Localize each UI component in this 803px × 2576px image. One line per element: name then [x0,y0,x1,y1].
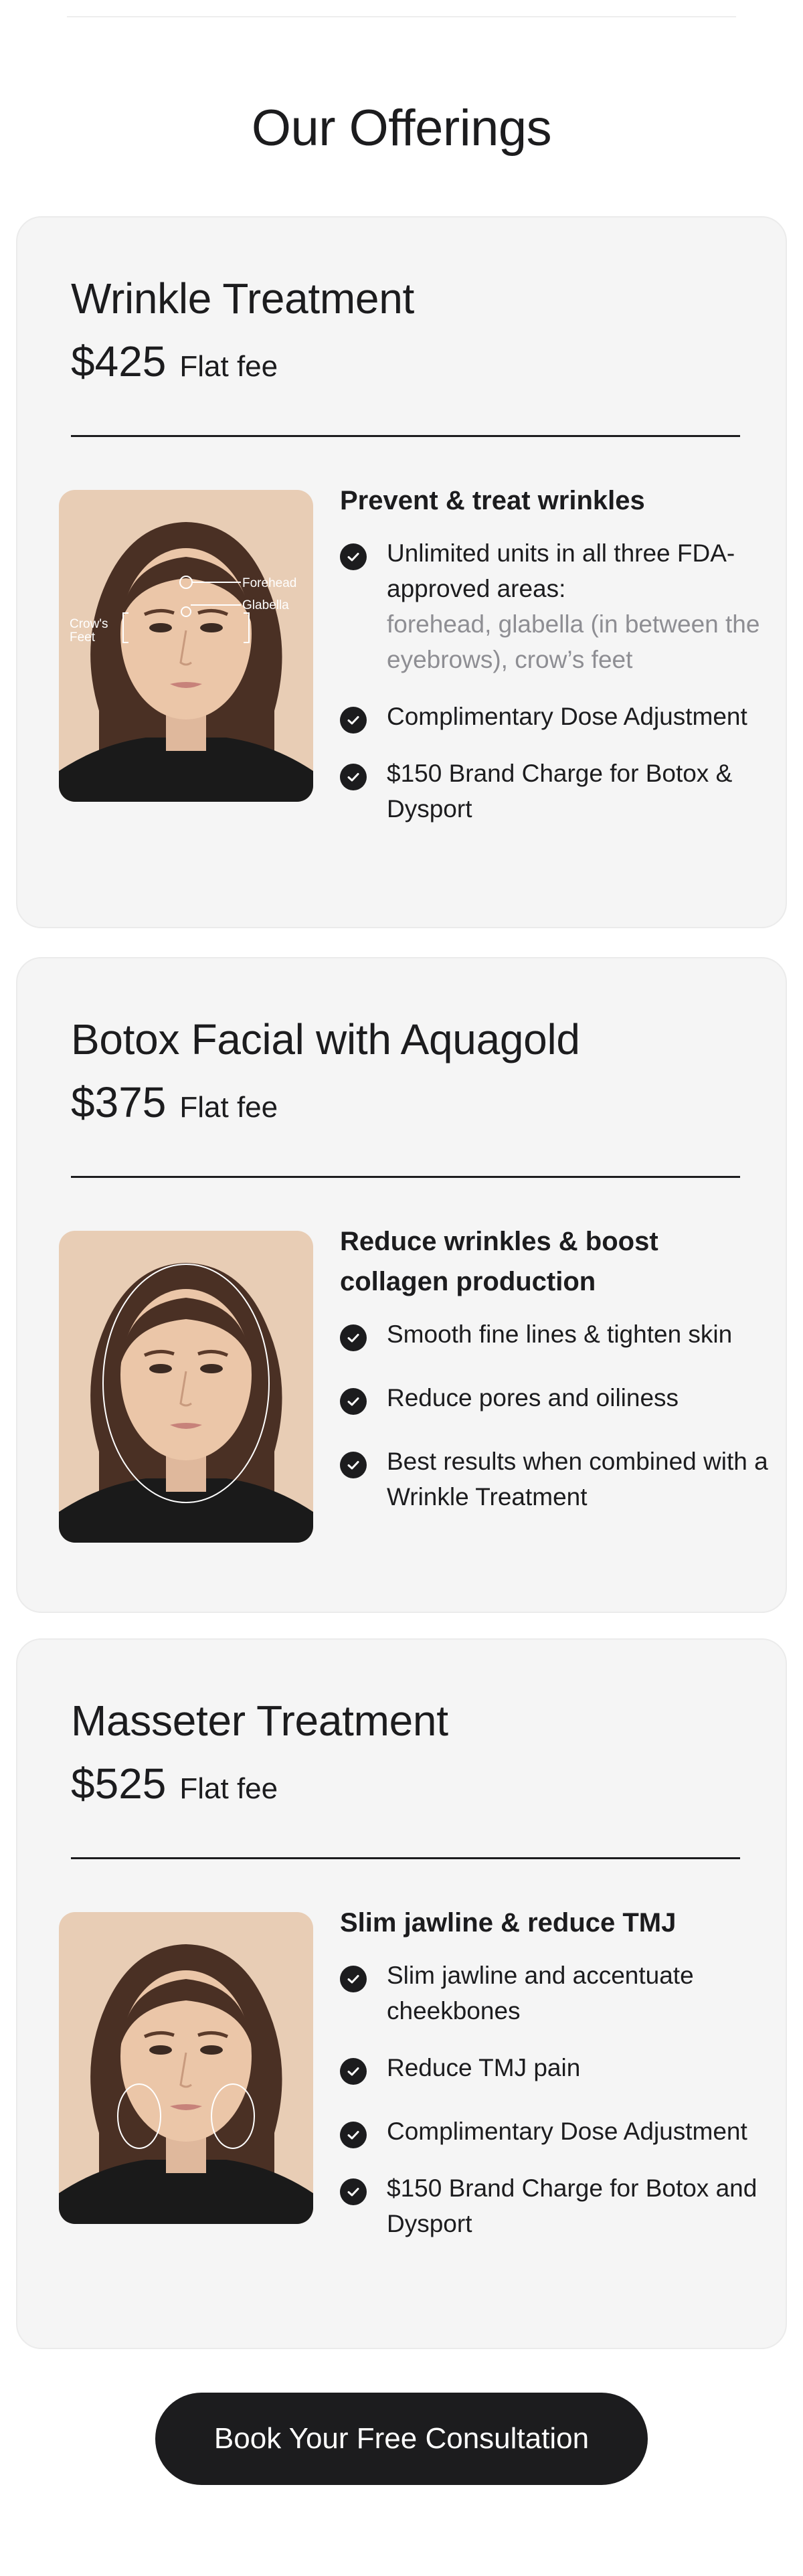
svg-text:Feet: Feet [70,630,96,645]
benefit-item: $150 Brand Charge for Botox & Dysport [340,756,768,827]
offering-heading: Slim jawline & reduce TMJ [340,1908,677,1938]
benefit-text: Slim jawline and accentuate cheekbones [387,1962,694,2025]
check-circle-icon [340,1452,367,1478]
benefit-text: $150 Brand Charge for Botox and Dysport [387,2174,757,2237]
benefit-item: Complimentary Dose Adjustment [340,2114,768,2149]
benefit-item: Unlimited units in all three FDA-approve… [340,535,768,677]
face-photo-full-face [59,1231,313,1543]
check-circle-icon [340,764,367,790]
benefit-text: Reduce TMJ pain [387,2054,581,2081]
offering-title: Botox Facial with Aquagold [71,1015,580,1063]
fee-label: Flat fee [179,1772,278,1805]
offering-details: Slim jawline & reduce TMJ Slim jawline a… [340,1903,768,2241]
check-circle-icon [340,2058,367,2085]
check-circle-icon [340,543,367,570]
card-divider [71,435,740,437]
svg-text:Forehead: Forehead [242,576,296,590]
offering-title: Masseter Treatment [71,1697,448,1745]
offering-details: Prevent & treat wrinkles Unlimited units… [340,481,768,827]
fee-label: Flat fee [179,1091,278,1124]
check-circle-icon [340,2178,367,2205]
offering-heading: Prevent & treat wrinkles [340,486,645,515]
benefit-item: Best results when combined with a Wrinkl… [340,1444,768,1515]
benefit-list: Smooth fine lines & tighten skin Reduce … [340,1316,768,1515]
book-consultation-button[interactable]: Book Your Free Consultation [155,2393,648,2485]
price-row: $375 Flat fee [71,1078,278,1127]
benefit-item: Complimentary Dose Adjustment [340,699,768,734]
benefit-list: Slim jawline and accentuate cheekbones R… [340,1958,768,2241]
benefit-item: $150 Brand Charge for Botox and Dysport [340,2170,768,2241]
face-photo-jawline [59,1912,313,2224]
top-divider [67,16,736,17]
benefit-text: $150 Brand Charge for Botox & Dysport [387,760,733,823]
benefit-text: Unlimited units in all three FDA-approve… [387,539,735,602]
offering-card-masseter: Masseter Treatment $525 Flat fee Slim ja… [16,1638,787,2349]
benefit-text: Smooth fine lines & tighten skin [387,1320,733,1348]
offering-title: Wrinkle Treatment [71,274,414,323]
offering-details: Reduce wrinkles & boost collagen product… [340,1221,768,1515]
svg-text:Glabella: Glabella [242,598,289,612]
check-circle-icon [340,2122,367,2148]
benefit-note: forehead, glabella (in between the eyebr… [387,610,760,673]
offering-heading: Reduce wrinkles & boost collagen product… [340,1227,658,1296]
benefit-item: Reduce TMJ pain [340,2050,768,2085]
benefit-text: Complimentary Dose Adjustment [387,703,747,730]
benefit-item: Reduce pores and oiliness [340,1380,768,1415]
benefit-list: Unlimited units in all three FDA-approve… [340,535,768,827]
check-circle-icon [340,707,367,734]
price: $525 [71,1759,167,1808]
card-divider [71,1176,740,1178]
benefit-text: Complimentary Dose Adjustment [387,2118,747,2145]
check-circle-icon [340,1966,367,1992]
section-title: Our Offerings [251,100,552,157]
offering-card-wrinkle: Wrinkle Treatment $425 Flat fee Forehead… [16,216,787,928]
face-photo-wrinkle-areas: Forehead Glabella Crow's Feet [59,490,313,802]
check-circle-icon [340,1324,367,1351]
benefit-item: Slim jawline and accentuate cheekbones [340,1958,768,2029]
price: $375 [71,1078,167,1126]
benefit-text: Reduce pores and oiliness [387,1384,679,1411]
check-circle-icon [340,1388,367,1415]
price: $425 [71,337,167,385]
offering-card-botox-facial: Botox Facial with Aquagold $375 Flat fee… [16,957,787,1613]
benefit-item: Smooth fine lines & tighten skin [340,1316,768,1352]
svg-text:Crow's: Crow's [70,617,108,631]
price-row: $525 Flat fee [71,1759,278,1808]
fee-label: Flat fee [179,350,278,383]
card-divider [71,1857,740,1859]
benefit-text: Best results when combined with a Wrinkl… [387,1448,768,1511]
price-row: $425 Flat fee [71,337,278,386]
